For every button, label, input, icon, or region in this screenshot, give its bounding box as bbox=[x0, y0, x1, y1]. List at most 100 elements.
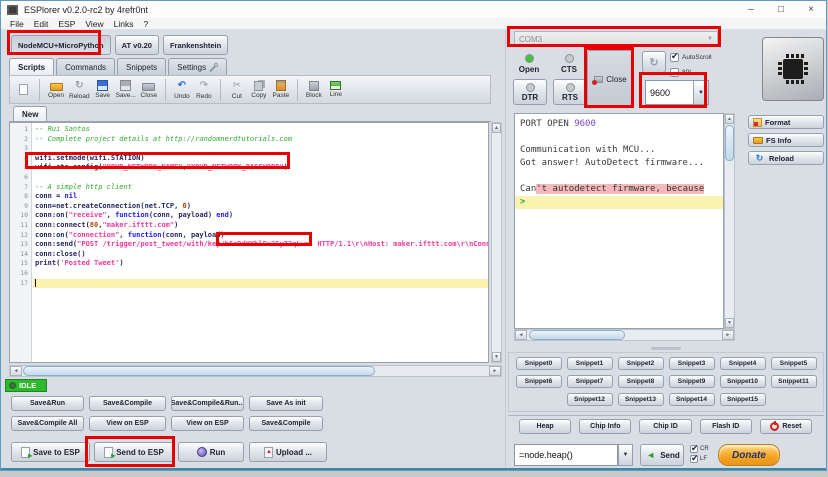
snippet-button-snippet5[interactable]: Snippet5 bbox=[770, 357, 817, 370]
toolbar-button-redo[interactable]: Redo bbox=[195, 77, 213, 103]
button-fs-info[interactable]: FS Info bbox=[748, 133, 824, 147]
snippet-button-snippet13[interactable]: Snippet13 bbox=[617, 393, 664, 406]
button-save-compile[interactable]: Save&Compile bbox=[89, 396, 166, 411]
button-flash-id[interactable]: Flash ID bbox=[699, 419, 752, 434]
tab-snippets[interactable]: Snippets bbox=[117, 58, 167, 75]
terminal-horizontal-scrollbar[interactable]: ◄ ► bbox=[514, 329, 735, 341]
button-save-compile-all[interactable]: Save&Compile All bbox=[11, 416, 84, 431]
button-chip-info[interactable]: Chip Info bbox=[579, 419, 632, 434]
code-line[interactable]: -- Complete project details at http://ra… bbox=[33, 135, 488, 145]
menu-item-file[interactable]: File bbox=[5, 19, 29, 29]
tab-commands[interactable]: Commands bbox=[56, 58, 116, 75]
toolbar-button-block[interactable]: Block bbox=[305, 77, 323, 103]
toolbar-button-reload[interactable]: Reload bbox=[69, 77, 90, 103]
toolbar-button-save[interactable]: Save... bbox=[116, 77, 136, 103]
button-save-compile-run[interactable]: Save&Compile&Run... bbox=[171, 396, 244, 411]
menu-item-help[interactable]: ? bbox=[139, 19, 154, 29]
snippet-button-snippet15[interactable]: Snippet15 bbox=[719, 393, 766, 406]
scroll-down-icon[interactable]: ▼ bbox=[492, 352, 501, 362]
scroll-up-icon[interactable]: ▲ bbox=[725, 114, 734, 124]
scroll-right-icon[interactable]: ► bbox=[489, 366, 501, 376]
scrollbar-thumb[interactable] bbox=[529, 330, 625, 340]
firmware-tab-frankenshtein[interactable]: Frankenshtein bbox=[162, 35, 229, 55]
snippet-button-snippet8[interactable]: Snippet8 bbox=[617, 375, 664, 388]
button-save-to-esp[interactable]: Save to ESP bbox=[11, 442, 90, 462]
snippet-button-snippet0[interactable]: Snippet0 bbox=[515, 357, 562, 370]
button-chip-id[interactable]: Chip ID bbox=[639, 419, 692, 434]
toolbar-button-line[interactable]: Line bbox=[327, 77, 345, 103]
code-line[interactable] bbox=[33, 278, 488, 289]
dtr-button[interactable]: DTR bbox=[513, 79, 547, 105]
code-line[interactable]: print('Posted Tweet') bbox=[33, 259, 488, 269]
toolbar-button-open[interactable]: Open bbox=[47, 77, 65, 103]
snippet-button-snippet6[interactable]: Snippet6 bbox=[515, 375, 562, 388]
scroll-down-icon[interactable]: ▼ bbox=[725, 318, 734, 328]
donate-button[interactable]: Donate bbox=[718, 444, 780, 466]
button-run[interactable]: Run bbox=[178, 442, 244, 462]
snippet-button-snippet10[interactable]: Snippet10 bbox=[719, 375, 766, 388]
code-line[interactable]: conn:on("receive", function(conn, payloa… bbox=[33, 211, 488, 221]
terminal-vertical-scrollbar[interactable]: ▲ ▼ bbox=[724, 113, 735, 329]
scroll-left-icon[interactable]: ◄ bbox=[515, 330, 527, 340]
scrollbar-thumb[interactable] bbox=[23, 366, 375, 376]
snippet-button-snippet2[interactable]: Snippet2 bbox=[617, 357, 664, 370]
tab-scripts[interactable]: Scripts bbox=[9, 58, 55, 75]
menu-item-links[interactable]: Links bbox=[109, 19, 139, 29]
command-history-dropdown[interactable]: ▼ bbox=[618, 444, 633, 466]
scroll-up-icon[interactable]: ▲ bbox=[492, 123, 501, 133]
lf-checkbox[interactable]: LF bbox=[690, 453, 709, 464]
file-tab-new[interactable]: New bbox=[13, 106, 47, 122]
checkbox-icon[interactable] bbox=[690, 443, 699, 454]
menu-item-edit[interactable]: Edit bbox=[29, 19, 54, 29]
snippet-button-snippet3[interactable]: Snippet3 bbox=[668, 357, 715, 370]
button-upload[interactable]: Upload ... bbox=[249, 442, 327, 462]
snippet-button-snippet14[interactable]: Snippet14 bbox=[668, 393, 715, 406]
code-line[interactable]: conn = nil bbox=[33, 192, 488, 202]
editor-vertical-scrollbar[interactable]: ▲ ▼ bbox=[491, 122, 502, 363]
button-save-compile[interactable]: Save&Compile bbox=[249, 416, 323, 431]
snippet-button-snippet9[interactable]: Snippet9 bbox=[668, 375, 715, 388]
cr-checkbox[interactable]: CR bbox=[690, 443, 709, 454]
checkbox-icon[interactable] bbox=[690, 453, 699, 464]
maximize-button[interactable]: □ bbox=[766, 1, 796, 18]
button-save-as-init[interactable]: Save As init bbox=[249, 396, 323, 411]
minimize-button[interactable]: – bbox=[736, 1, 766, 18]
serial-terminal[interactable]: PORT OPEN 9600 Communication with MCU... G… bbox=[514, 113, 724, 329]
snippet-button-snippet12[interactable]: Snippet12 bbox=[566, 393, 613, 406]
refresh-ports-button[interactable] bbox=[642, 51, 666, 73]
button-view-on-esp[interactable]: View on ESP bbox=[89, 416, 166, 431]
toolbar-button-undo[interactable]: Undo bbox=[173, 77, 191, 103]
button-reload[interactable]: Reload bbox=[748, 151, 824, 165]
editor-horizontal-scrollbar[interactable]: ◄ ► bbox=[9, 365, 502, 377]
toolbar-button-paste[interactable]: Paste bbox=[272, 77, 290, 103]
toolbar-button-save[interactable]: Save bbox=[94, 77, 112, 103]
code-line[interactable]: -- Rui Santos bbox=[33, 125, 488, 135]
snippet-button-snippet7[interactable]: Snippet7 bbox=[566, 375, 613, 388]
snippet-button-snippet11[interactable]: Snippet11 bbox=[770, 375, 817, 388]
scrollbar-thumb[interactable] bbox=[725, 125, 734, 161]
toolbar-button-copy[interactable]: Copy bbox=[250, 77, 268, 103]
esp-chip-icon[interactable] bbox=[762, 37, 824, 101]
button-save-run[interactable]: Save&Run bbox=[11, 396, 84, 411]
tab-settings[interactable]: Settings bbox=[168, 58, 228, 75]
open-port-button[interactable]: Open bbox=[510, 50, 548, 78]
send-button[interactable]: Send bbox=[640, 444, 684, 466]
button-heap[interactable]: Heap bbox=[519, 419, 572, 434]
button-view-on-esp[interactable]: View on ESP bbox=[171, 416, 244, 431]
toolbar-button-new[interactable] bbox=[14, 77, 32, 103]
toolbar-button-cut[interactable]: Cut bbox=[228, 77, 246, 103]
command-input[interactable] bbox=[514, 444, 618, 466]
code-line[interactable]: conn=net.createConnection(net.TCP, 0) bbox=[33, 202, 488, 212]
button-format[interactable]: Format bbox=[748, 115, 824, 129]
code-line[interactable]: -- A simple http client bbox=[33, 183, 488, 193]
toolbar-button-close[interactable]: Close bbox=[140, 77, 158, 103]
code-line[interactable]: conn:close() bbox=[33, 250, 488, 260]
close-window-button[interactable]: × bbox=[796, 1, 826, 18]
scroll-left-icon[interactable]: ◄ bbox=[10, 366, 22, 376]
button-reset[interactable]: Reset bbox=[759, 419, 813, 434]
splitter-handle[interactable] bbox=[651, 347, 681, 350]
scroll-right-icon[interactable]: ► bbox=[722, 330, 734, 340]
menu-item-esp[interactable]: ESP bbox=[53, 19, 80, 29]
rts-button[interactable]: RTS bbox=[553, 79, 587, 105]
menu-item-view[interactable]: View bbox=[80, 19, 108, 29]
